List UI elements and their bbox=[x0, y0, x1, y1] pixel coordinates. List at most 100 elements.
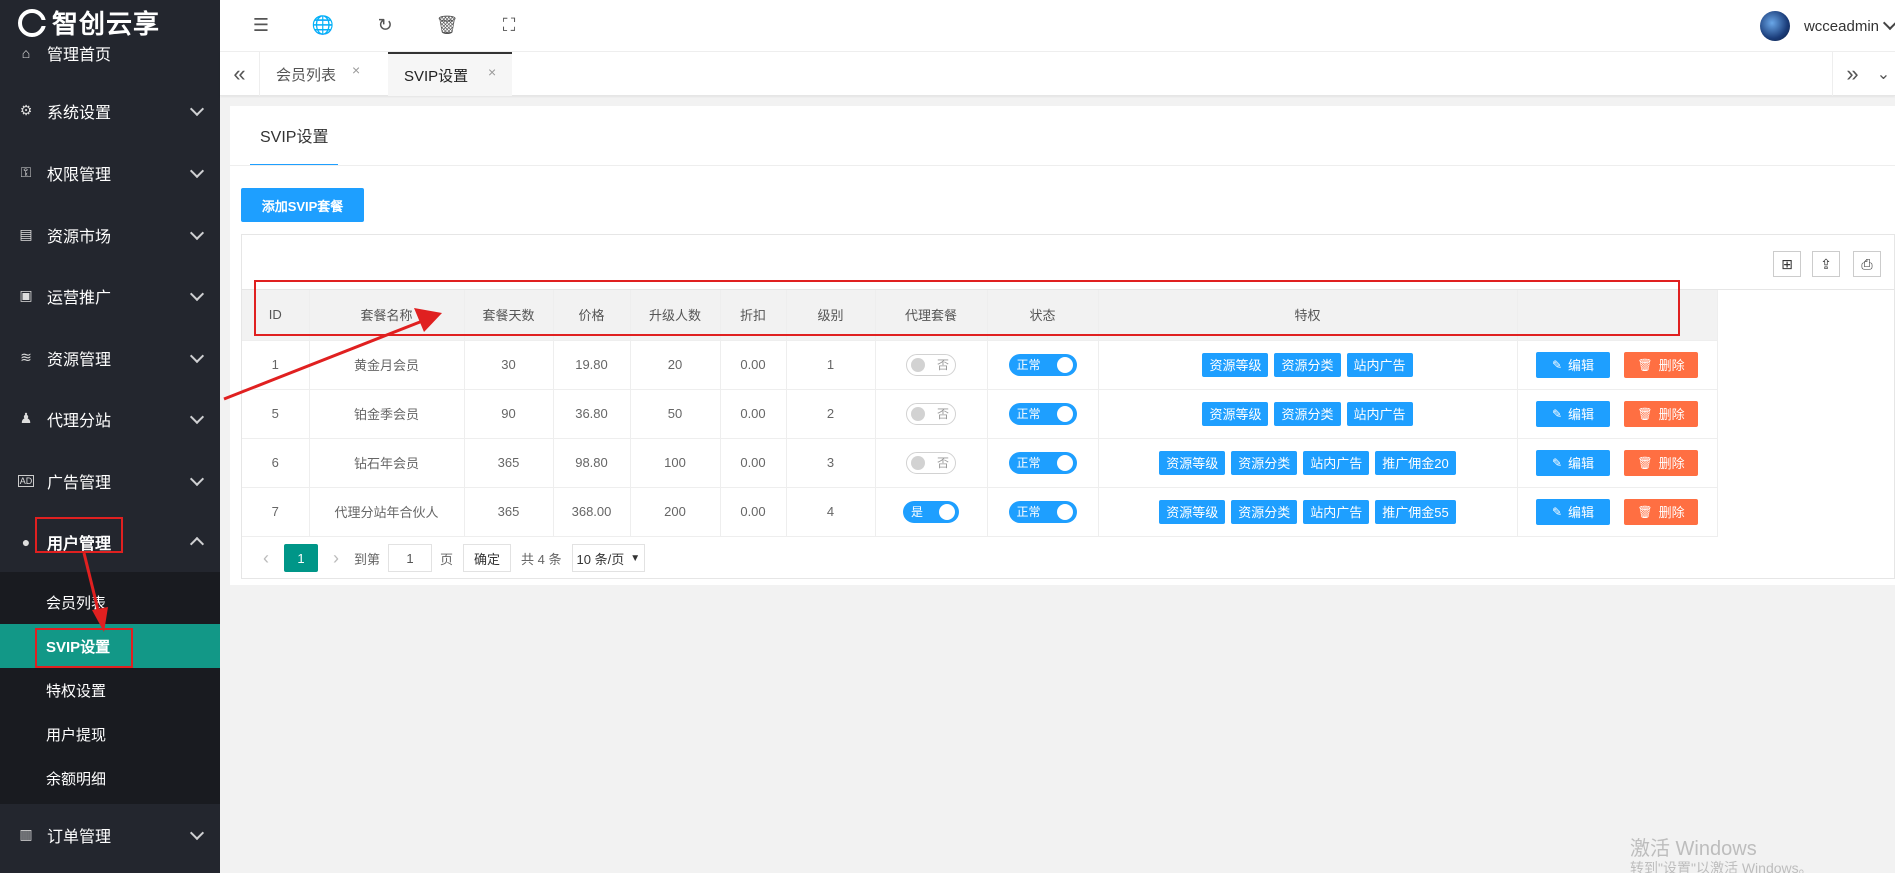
cell-privileges: 资源等级 资源分类 站内广告 bbox=[1098, 340, 1518, 390]
page-unit-label: 页 bbox=[440, 551, 454, 567]
trash-icon: 🗑 bbox=[1637, 504, 1653, 519]
status-toggle[interactable]: 正常 bbox=[1008, 500, 1077, 523]
logo[interactable]: 智创云享 bbox=[0, 0, 220, 45]
edit-button[interactable]: ✎ 编辑 bbox=[1536, 498, 1610, 525]
tab-svip-settings[interactable]: SVIP设置 × bbox=[388, 52, 512, 96]
globe-icon[interactable]: 🌐 bbox=[312, 14, 334, 36]
cell-days: 30 bbox=[464, 340, 554, 390]
windows-watermark: 激活 Windows bbox=[1630, 838, 1757, 860]
home-icon: ⌂ bbox=[21, 44, 31, 61]
fullscreen-icon[interactable]: ⛶ bbox=[498, 14, 520, 36]
edit-button[interactable]: ✎ 编辑 bbox=[1536, 449, 1610, 476]
goto-confirm-button[interactable]: 确定 bbox=[463, 544, 512, 572]
edit-button[interactable]: ✎ 编辑 bbox=[1536, 351, 1610, 378]
total-count: 共 4 条 bbox=[521, 551, 562, 567]
delete-button[interactable]: 🗑 删除 bbox=[1624, 498, 1698, 525]
annotation-box-table-header bbox=[254, 280, 1680, 336]
sidebar-item-permission[interactable]: ⚿ 权限管理 bbox=[0, 142, 220, 203]
export-icon[interactable]: ⇪ bbox=[1812, 251, 1840, 277]
submenu-item-withdrawal[interactable]: 用户提现 bbox=[0, 712, 220, 756]
sidebar-item-label: 系统设置 bbox=[47, 104, 112, 122]
cell-status: 正常 bbox=[987, 487, 1099, 537]
sidebar-item-orders[interactable]: ▥ 订单管理 bbox=[0, 804, 220, 865]
sidebar-item-promotion[interactable]: ▣ 运营推广 bbox=[0, 265, 220, 326]
delete-button[interactable]: 🗑 删除 bbox=[1624, 351, 1698, 378]
cell-discount: 0.00 bbox=[720, 389, 787, 439]
cell-name: 黄金月会员 bbox=[309, 340, 465, 390]
table-row: 1 黄金月会员 30 19.80 20 0.00 1 否 正常 资源等级 资源分类… bbox=[242, 340, 1718, 390]
cell-actions: ✎ 编辑 🗑 删除 bbox=[1517, 340, 1718, 390]
cell-days: 365 bbox=[464, 438, 554, 488]
current-page[interactable]: 1 bbox=[284, 544, 318, 572]
add-svip-button[interactable]: 添加SVIP套餐 bbox=[241, 188, 364, 222]
sidebar-item-resource[interactable]: ≋ 资源管理 bbox=[0, 327, 220, 388]
cell-agent: 否 bbox=[875, 389, 988, 439]
tabs-scroll-right-icon[interactable]: » bbox=[1832, 52, 1872, 96]
submenu-item-member-list[interactable]: 会员列表 bbox=[0, 580, 220, 624]
sidebar-item-system[interactable]: ⚙ 系统设置 bbox=[0, 80, 220, 141]
main-card: SVIP设置 添加SVIP套餐 ⊞ ⇪ ⎙ ID 套餐名称 套餐天数 价格 升级… bbox=[230, 106, 1895, 585]
tabs-menu-icon[interactable]: ⌄ bbox=[1872, 52, 1895, 96]
user-menu[interactable]: wcceadmin bbox=[1759, 10, 1895, 42]
cell-upgrade: 20 bbox=[630, 340, 721, 390]
trash-icon[interactable]: 🗑 bbox=[436, 14, 459, 36]
top-header: ☰ 🌐 ↻ 🗑 ⛶ wcceadmin bbox=[220, 0, 1895, 52]
cell-status: 正常 bbox=[987, 340, 1099, 390]
refresh-icon[interactable]: ↻ bbox=[374, 14, 396, 36]
key-icon: ⚿ bbox=[20, 164, 32, 180]
chevron-down-icon bbox=[189, 471, 205, 487]
status-toggle[interactable]: 正常 bbox=[1008, 353, 1077, 376]
pencil-icon: ✎ bbox=[1551, 357, 1563, 372]
cell-agent: 是 bbox=[875, 487, 988, 537]
sidebar-item-label: 广告管理 bbox=[47, 474, 112, 492]
cell-upgrade: 200 bbox=[630, 487, 721, 537]
close-icon[interactable]: × bbox=[488, 64, 496, 80]
next-page-icon[interactable]: › bbox=[326, 546, 346, 570]
submenu-item-privilege-settings[interactable]: 特权设置 bbox=[0, 668, 220, 712]
agent-toggle[interactable]: 否 bbox=[906, 402, 956, 425]
toggle-knob bbox=[939, 503, 955, 520]
page-size-select[interactable]: 10 条/页 ▼ bbox=[571, 544, 646, 572]
columns-filter-icon[interactable]: ⊞ bbox=[1773, 251, 1801, 277]
table-row: 5 铂金季会员 90 36.80 50 0.00 2 否 正常 资源等级 资源分类… bbox=[242, 389, 1718, 439]
close-icon[interactable]: × bbox=[352, 62, 360, 78]
sidebar-item-label: 代理分站 bbox=[47, 412, 112, 430]
privilege-badge: 资源分类 bbox=[1274, 352, 1341, 377]
agent-toggle[interactable]: 否 bbox=[906, 451, 956, 474]
tab-member-list[interactable]: 会员列表 × bbox=[260, 52, 368, 96]
toggle-knob bbox=[911, 357, 925, 372]
agent-toggle[interactable]: 是 bbox=[903, 500, 959, 523]
submenu-item-balance-detail[interactable]: 余额明细 bbox=[0, 756, 220, 800]
tabs-scroll-left-icon[interactable]: « bbox=[220, 52, 260, 96]
status-toggle[interactable]: 正常 bbox=[1008, 402, 1077, 425]
cell-actions: ✎ 编辑 🗑 删除 bbox=[1517, 389, 1718, 439]
cell-days: 90 bbox=[464, 389, 554, 439]
toggle-knob bbox=[1056, 405, 1073, 422]
sidebar-item-label: 订单管理 bbox=[47, 828, 112, 846]
goto-page-input[interactable] bbox=[388, 544, 433, 572]
annotation-box-svip-item bbox=[35, 628, 133, 668]
agent-toggle[interactable]: 否 bbox=[906, 353, 956, 376]
privilege-badge: 资源分类 bbox=[1231, 499, 1298, 524]
chevron-down-icon bbox=[189, 286, 205, 302]
edit-button[interactable]: ✎ 编辑 bbox=[1536, 400, 1610, 427]
status-toggle[interactable]: 正常 bbox=[1008, 451, 1077, 474]
delete-button[interactable]: 🗑 删除 bbox=[1624, 400, 1698, 427]
menu-collapse-icon[interactable]: ☰ bbox=[250, 14, 272, 36]
toggle-knob bbox=[911, 406, 925, 421]
delete-button[interactable]: 🗑 删除 bbox=[1624, 449, 1698, 476]
sidebar-item-market[interactable]: ▤ 资源市场 bbox=[0, 204, 220, 265]
chevron-up-icon bbox=[189, 536, 205, 552]
chevron-down-icon bbox=[189, 225, 205, 241]
prev-page-icon[interactable]: ‹ bbox=[256, 546, 276, 570]
cell-level: 4 bbox=[786, 487, 876, 537]
sidebar-item-ads[interactable]: AD 广告管理 bbox=[0, 450, 220, 511]
cell-status: 正常 bbox=[987, 389, 1099, 439]
sidebar-item-agent[interactable]: ♟ 代理分站 bbox=[0, 388, 220, 449]
toggle-knob bbox=[1056, 356, 1073, 373]
chevron-down-icon bbox=[1882, 15, 1895, 31]
print-icon[interactable]: ⎙ bbox=[1853, 251, 1881, 277]
privilege-badge: 站内广告 bbox=[1303, 499, 1370, 524]
cell-discount: 0.00 bbox=[720, 340, 787, 390]
card-tab-svip[interactable]: SVIP设置 bbox=[250, 106, 339, 166]
